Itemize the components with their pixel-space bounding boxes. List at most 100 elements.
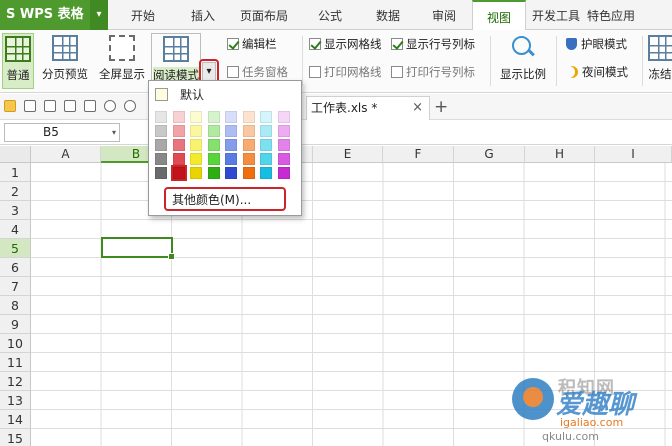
show-gridlines-checkbox[interactable]: 显示网格线: [309, 36, 382, 52]
default-color-option[interactable]: 默认: [155, 87, 204, 103]
row-header-8[interactable]: 8: [0, 296, 31, 315]
night-mode-button[interactable]: 夜间模式: [566, 64, 628, 80]
menu-tab-3[interactable]: 公式: [300, 0, 360, 30]
row-header-12[interactable]: 12: [0, 372, 31, 391]
color-swatch[interactable]: [207, 139, 220, 151]
color-swatch[interactable]: [242, 153, 255, 165]
color-swatch[interactable]: [190, 167, 202, 179]
menu-tab-6[interactable]: 视图: [472, 0, 526, 31]
color-swatch[interactable]: [155, 125, 167, 137]
color-swatch[interactable]: [242, 111, 255, 123]
color-swatch[interactable]: [155, 167, 167, 179]
menu-tab-2[interactable]: 页面布局: [228, 0, 300, 30]
show-rowcol-checkbox[interactable]: 显示行号列标: [391, 36, 475, 52]
color-swatch[interactable]: [207, 111, 220, 123]
color-swatch[interactable]: [260, 111, 272, 123]
eye-mode-button[interactable]: 护眼模式: [566, 36, 627, 52]
color-swatch[interactable]: [260, 139, 272, 151]
color-swatch[interactable]: [225, 167, 237, 179]
page-break-preview-button[interactable]: 分页预览: [38, 33, 92, 89]
print-rowcol-checkbox[interactable]: 打印行号列标: [391, 64, 475, 80]
menu-tab-4[interactable]: 数据: [360, 0, 416, 30]
app-logo[interactable]: S WPS 表格: [0, 0, 90, 30]
select-all-corner[interactable]: [0, 146, 31, 163]
menu-tab-7[interactable]: 开发工具: [526, 0, 586, 30]
color-swatch[interactable]: [207, 153, 220, 165]
row-header-6[interactable]: 6: [0, 258, 31, 277]
color-swatch[interactable]: [277, 153, 290, 165]
color-swatch[interactable]: [260, 153, 272, 165]
color-swatch[interactable]: [207, 167, 220, 179]
menu-tab-0[interactable]: 开始: [108, 0, 178, 30]
color-swatch[interactable]: [207, 125, 220, 137]
row-header-14[interactable]: 14: [0, 410, 31, 429]
color-swatch[interactable]: [260, 125, 272, 137]
color-swatch[interactable]: [225, 125, 237, 137]
color-swatch[interactable]: [170, 165, 187, 181]
row-header-13[interactable]: 13: [0, 391, 31, 410]
row-header-15[interactable]: 15: [0, 429, 31, 446]
row-header-7[interactable]: 7: [0, 277, 31, 296]
row-header-9[interactable]: 9: [0, 315, 31, 334]
freeze-button[interactable]: 冻结: [648, 33, 672, 89]
row-header-10[interactable]: 10: [0, 334, 31, 353]
color-swatch[interactable]: [190, 153, 202, 165]
document-tab[interactable]: 工作表.xls * ×: [306, 96, 430, 120]
save-icon[interactable]: [24, 100, 36, 112]
column-header-g[interactable]: G: [454, 146, 525, 163]
name-box-dropdown-icon[interactable]: ▾: [112, 124, 116, 141]
color-swatch[interactable]: [190, 111, 202, 123]
normal-view-button[interactable]: 普通: [2, 33, 34, 89]
zoom-button[interactable]: 显示比例: [496, 33, 550, 89]
editbar-checkbox[interactable]: 编辑栏: [227, 36, 277, 52]
column-header-f[interactable]: F: [383, 146, 454, 163]
task-pane-checkbox[interactable]: 任务窗格: [227, 64, 288, 80]
color-swatch[interactable]: [172, 139, 185, 151]
undo-icon[interactable]: [104, 100, 116, 112]
color-swatch[interactable]: [242, 167, 255, 179]
color-swatch[interactable]: [225, 153, 237, 165]
color-swatch[interactable]: [277, 111, 290, 123]
color-swatch[interactable]: [190, 139, 202, 151]
print-icon[interactable]: [64, 100, 76, 112]
column-header-a[interactable]: A: [31, 146, 101, 163]
column-header-e[interactable]: E: [313, 146, 383, 163]
menu-tab-1[interactable]: 插入: [178, 0, 228, 30]
redo-icon[interactable]: [124, 100, 136, 112]
name-box[interactable]: B5 ▾: [4, 123, 120, 142]
row-header-11[interactable]: 11: [0, 353, 31, 372]
color-swatch[interactable]: [225, 139, 237, 151]
export-icon[interactable]: [44, 100, 56, 112]
color-swatch[interactable]: [172, 111, 185, 123]
print-gridlines-checkbox[interactable]: 打印网格线: [309, 64, 382, 80]
close-tab-icon[interactable]: ×: [412, 97, 423, 119]
print-preview-icon[interactable]: [84, 100, 96, 112]
color-swatch[interactable]: [155, 153, 167, 165]
menu-tab-5[interactable]: 审阅: [416, 0, 472, 30]
color-swatch[interactable]: [277, 125, 290, 137]
color-swatch[interactable]: [172, 153, 185, 165]
column-header-h[interactable]: H: [525, 146, 595, 163]
row-header-2[interactable]: 2: [0, 182, 31, 201]
color-swatch[interactable]: [242, 125, 255, 137]
menu-tab-8[interactable]: 特色应用: [586, 0, 636, 30]
row-header-3[interactable]: 3: [0, 201, 31, 220]
color-swatch[interactable]: [277, 139, 290, 151]
row-header-1[interactable]: 1: [0, 163, 31, 182]
color-swatch[interactable]: [155, 139, 167, 151]
new-tab-icon[interactable]: +: [434, 96, 448, 118]
row-header-5[interactable]: 5: [0, 239, 31, 258]
color-swatch[interactable]: [225, 111, 237, 123]
color-swatch[interactable]: [260, 167, 272, 179]
open-folder-icon[interactable]: [4, 100, 16, 112]
column-header-i[interactable]: I: [595, 146, 672, 163]
color-swatch[interactable]: [190, 125, 202, 137]
more-colors-option[interactable]: 其他颜色(M)...: [172, 192, 251, 208]
color-swatch[interactable]: [277, 167, 290, 179]
color-swatch[interactable]: [242, 139, 255, 151]
color-swatch[interactable]: [172, 125, 185, 137]
fullscreen-button[interactable]: 全屏显示: [95, 33, 149, 89]
color-swatch[interactable]: [155, 111, 167, 123]
app-menu-dropdown-icon[interactable]: ▾: [90, 0, 108, 30]
row-header-4[interactable]: 4: [0, 220, 31, 239]
